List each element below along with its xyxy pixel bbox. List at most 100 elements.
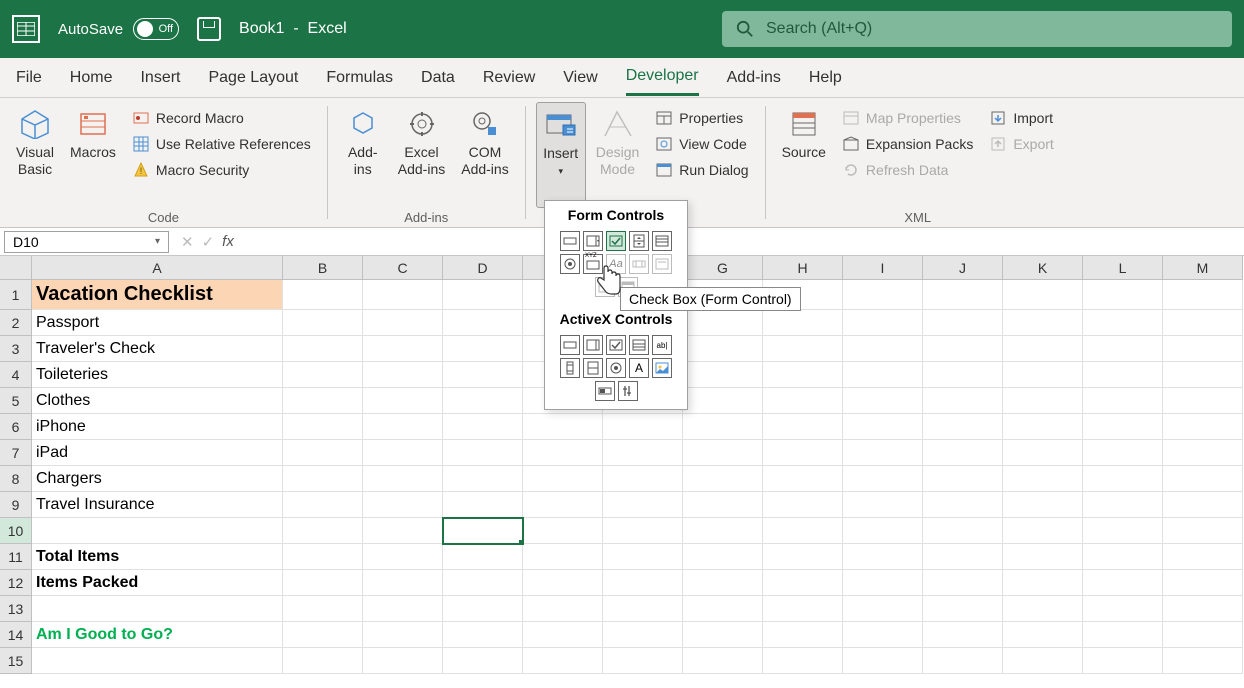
cell-F9[interactable]: [603, 492, 683, 518]
cell-L3[interactable]: [1083, 336, 1163, 362]
ax-more-control[interactable]: [618, 381, 638, 401]
ax-scrollbar-control[interactable]: [560, 358, 580, 378]
cell-H10[interactable]: [763, 518, 843, 544]
cell-F7[interactable]: [603, 440, 683, 466]
cell-K14[interactable]: [1003, 622, 1083, 648]
cell-E9[interactable]: [523, 492, 603, 518]
cell-J9[interactable]: [923, 492, 1003, 518]
cell-F15[interactable]: [603, 648, 683, 674]
cell-G2[interactable]: [683, 310, 763, 336]
tab-home[interactable]: Home: [70, 61, 113, 95]
cell-M7[interactable]: [1163, 440, 1243, 466]
tab-help[interactable]: Help: [809, 61, 842, 95]
cell-B3[interactable]: [283, 336, 363, 362]
cell-B15[interactable]: [283, 648, 363, 674]
name-box[interactable]: D10 ▾: [4, 231, 169, 253]
cell-L14[interactable]: [1083, 622, 1163, 648]
cell-A1[interactable]: Vacation Checklist: [32, 280, 283, 310]
cell-J13[interactable]: [923, 596, 1003, 622]
ax-label-control[interactable]: A: [629, 358, 649, 378]
column-header-A[interactable]: A: [32, 256, 283, 280]
cell-C4[interactable]: [363, 362, 443, 388]
cell-L11[interactable]: [1083, 544, 1163, 570]
cell-C14[interactable]: [363, 622, 443, 648]
cell-G14[interactable]: [683, 622, 763, 648]
cell-K11[interactable]: [1003, 544, 1083, 570]
cell-D3[interactable]: [443, 336, 523, 362]
cell-C8[interactable]: [363, 466, 443, 492]
cell-A7[interactable]: iPad: [32, 440, 283, 466]
form-groupbox-control[interactable]: XYZ: [583, 254, 603, 274]
formula-input[interactable]: [242, 228, 1244, 255]
cell-E8[interactable]: [523, 466, 603, 492]
cell-C12[interactable]: [363, 570, 443, 596]
row-header-15[interactable]: 15: [0, 648, 32, 674]
ax-textbox-control[interactable]: ab|: [652, 335, 672, 355]
cell-E12[interactable]: [523, 570, 603, 596]
cell-I4[interactable]: [843, 362, 923, 388]
cell-G15[interactable]: [683, 648, 763, 674]
cell-K4[interactable]: [1003, 362, 1083, 388]
ax-checkbox-control[interactable]: [606, 335, 626, 355]
cell-J6[interactable]: [923, 414, 1003, 440]
cell-A15[interactable]: [32, 648, 283, 674]
form-scrollbar-control[interactable]: [629, 254, 649, 274]
cell-J15[interactable]: [923, 648, 1003, 674]
cell-D15[interactable]: [443, 648, 523, 674]
map-properties-button[interactable]: Map Properties: [836, 106, 979, 130]
cell-E11[interactable]: [523, 544, 603, 570]
select-all-corner[interactable]: [0, 256, 32, 280]
cell-C13[interactable]: [363, 596, 443, 622]
cell-L10[interactable]: [1083, 518, 1163, 544]
row-header-6[interactable]: 6: [0, 414, 32, 440]
cell-K8[interactable]: [1003, 466, 1083, 492]
cell-B2[interactable]: [283, 310, 363, 336]
cell-K3[interactable]: [1003, 336, 1083, 362]
cell-H4[interactable]: [763, 362, 843, 388]
cell-D12[interactable]: [443, 570, 523, 596]
cell-C11[interactable]: [363, 544, 443, 570]
row-header-3[interactable]: 3: [0, 336, 32, 362]
cell-J8[interactable]: [923, 466, 1003, 492]
form-checkbox-control[interactable]: [606, 231, 626, 251]
insert-controls-button[interactable]: Insert ▾: [536, 102, 586, 208]
cell-D14[interactable]: [443, 622, 523, 648]
tab-insert[interactable]: Insert: [140, 61, 180, 95]
refresh-data-button[interactable]: Refresh Data: [836, 158, 979, 182]
cell-G12[interactable]: [683, 570, 763, 596]
cell-H7[interactable]: [763, 440, 843, 466]
autosave-toggle[interactable]: Off: [133, 18, 179, 40]
cell-L12[interactable]: [1083, 570, 1163, 596]
cell-H8[interactable]: [763, 466, 843, 492]
cell-D1[interactable]: [443, 280, 523, 310]
row-header-1[interactable]: 1: [0, 280, 32, 310]
cell-G3[interactable]: [683, 336, 763, 362]
cell-B14[interactable]: [283, 622, 363, 648]
cell-J2[interactable]: [923, 310, 1003, 336]
cell-M3[interactable]: [1163, 336, 1243, 362]
cell-C10[interactable]: [363, 518, 443, 544]
cell-B4[interactable]: [283, 362, 363, 388]
form-combo2-control[interactable]: [595, 277, 615, 297]
cell-A9[interactable]: Travel Insurance: [32, 492, 283, 518]
cell-C7[interactable]: [363, 440, 443, 466]
import-button[interactable]: Import: [983, 106, 1059, 130]
column-header-L[interactable]: L: [1083, 256, 1163, 280]
autosave-control[interactable]: AutoSave Off: [58, 18, 179, 40]
cell-I13[interactable]: [843, 596, 923, 622]
cell-L1[interactable]: [1083, 280, 1163, 310]
macro-security-button[interactable]: !Macro Security: [126, 158, 317, 182]
run-dialog-button[interactable]: Run Dialog: [649, 158, 754, 182]
cell-H12[interactable]: [763, 570, 843, 596]
macros-button[interactable]: Macros: [64, 102, 122, 208]
cell-K9[interactable]: [1003, 492, 1083, 518]
cell-K13[interactable]: [1003, 596, 1083, 622]
cell-A3[interactable]: Traveler's Check: [32, 336, 283, 362]
cell-G5[interactable]: [683, 388, 763, 414]
cell-I12[interactable]: [843, 570, 923, 596]
cell-A5[interactable]: Clothes: [32, 388, 283, 414]
cell-D7[interactable]: [443, 440, 523, 466]
cell-D10[interactable]: [443, 518, 523, 544]
fx-icon[interactable]: fx: [222, 233, 234, 250]
cell-J11[interactable]: [923, 544, 1003, 570]
